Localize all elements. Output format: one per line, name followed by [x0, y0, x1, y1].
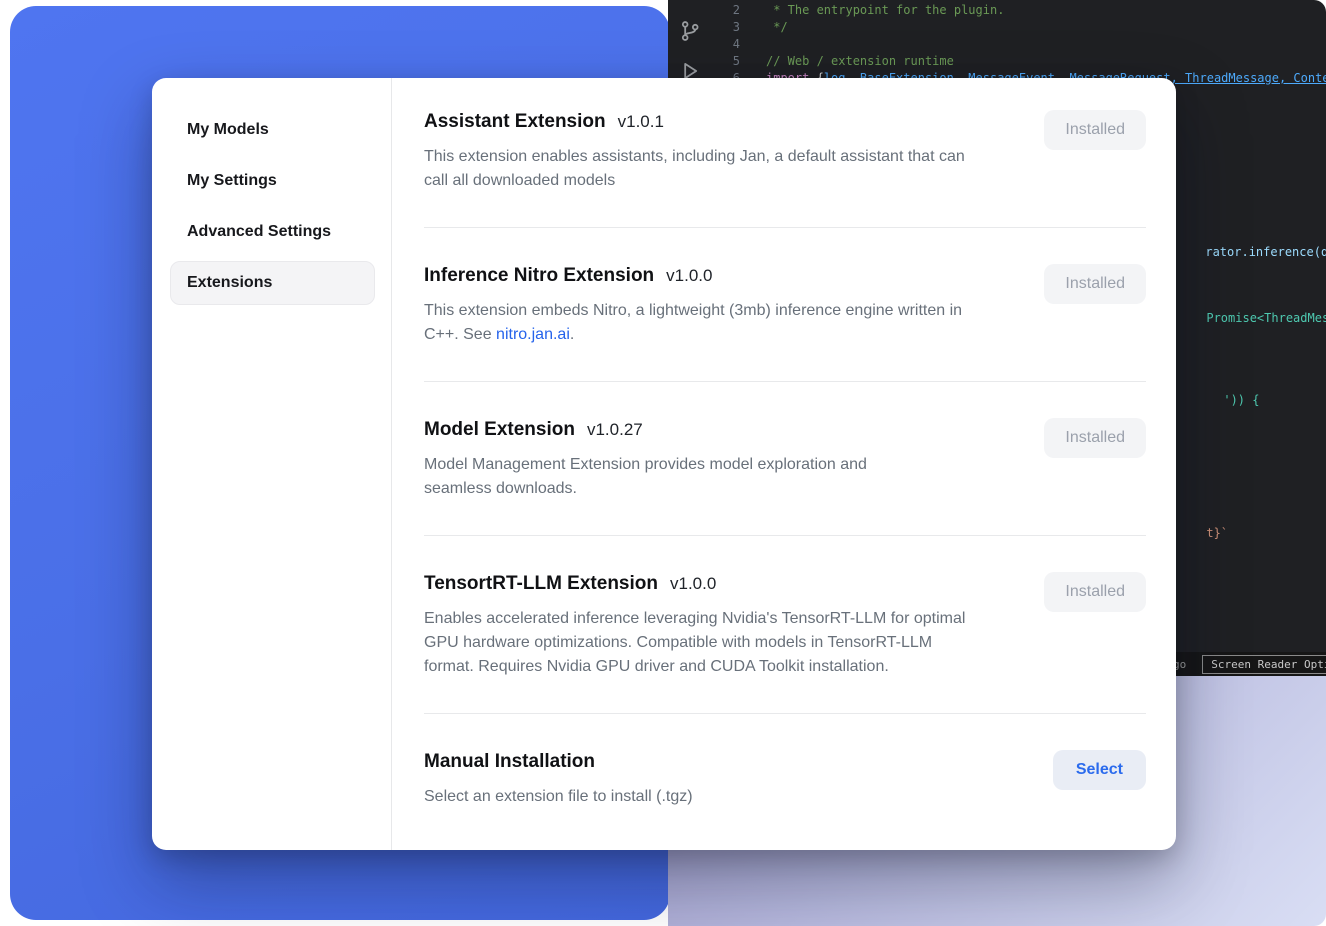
installed-button[interactable]: Installed: [1044, 418, 1146, 458]
extension-version: v1.0.0: [666, 266, 712, 286]
settings-modal: My Models My Settings Advanced Settings …: [152, 78, 1176, 850]
sidebar-item-advanced-settings[interactable]: Advanced Settings: [170, 210, 375, 254]
extension-info: Assistant Extension v1.0.1 This extensio…: [424, 110, 969, 193]
screenshot-canvas: 2 * The entrypoint for the plugin. 3 */ …: [0, 0, 1326, 926]
line-number: 5: [712, 53, 740, 70]
settings-sidebar: My Models My Settings Advanced Settings …: [152, 78, 392, 850]
extension-version: v1.0.27: [587, 420, 643, 440]
sidebar-item-label: Advanced Settings: [187, 223, 331, 241]
source-control-icon[interactable]: [679, 20, 701, 42]
sidebar-item-my-models[interactable]: My Models: [170, 108, 375, 152]
screen-reader-badge: Screen Reader Optimiz: [1202, 655, 1326, 674]
extension-title: Inference Nitro Extension: [424, 264, 654, 288]
sidebar-item-label: My Settings: [187, 172, 277, 190]
extension-info: Inference Nitro Extension v1.0.0 This ex…: [424, 264, 969, 347]
code-comment: // Web / extension runtime: [766, 53, 954, 70]
extension-info: Model Extension v1.0.27 Model Management…: [424, 418, 924, 501]
sidebar-item-label: My Models: [187, 121, 269, 139]
extension-item-model: Model Extension v1.0.27 Model Management…: [424, 418, 1146, 536]
line-number: 2: [712, 2, 740, 19]
code-line: 2 * The entrypoint for the plugin.: [712, 2, 1326, 19]
code-line: 5 // Web / extension runtime: [712, 53, 1326, 70]
extension-item-tensorrt: TensortRT-LLM Extension v1.0.0 Enables a…: [424, 572, 1146, 714]
code-fragment: Promise<ThreadMessage>: [1163, 296, 1326, 341]
code-line: 3 */: [712, 19, 1326, 36]
code-text: Promise<ThreadMessage>: [1206, 311, 1326, 325]
extension-info: Manual Installation Select an extension …: [424, 750, 693, 809]
extension-title-row: Inference Nitro Extension v1.0.0: [424, 264, 969, 288]
extension-title-row: TensortRT-LLM Extension v1.0.0: [424, 572, 969, 596]
extension-description: Enables accelerated inference leveraging…: [424, 607, 969, 679]
code-fragment: ')) {: [1180, 378, 1259, 423]
extension-item-nitro: Inference Nitro Extension v1.0.0 This ex…: [424, 264, 1146, 382]
description-text: .: [570, 326, 574, 343]
select-file-button[interactable]: Select: [1053, 750, 1146, 790]
sidebar-item-extensions[interactable]: Extensions: [170, 261, 375, 305]
extensions-list: Assistant Extension v1.0.1 This extensio…: [392, 78, 1176, 850]
code-comment: */: [766, 19, 788, 36]
nitro-link[interactable]: nitro.jan.ai: [496, 326, 570, 343]
extension-description: This extension enables assistants, inclu…: [424, 145, 969, 193]
line-number: 4: [712, 36, 740, 53]
manual-installation-title: Manual Installation: [424, 750, 595, 774]
extension-description: This extension embeds Nitro, a lightweig…: [424, 299, 969, 347]
sidebar-item-label: Extensions: [187, 274, 272, 292]
manual-installation-item: Manual Installation Select an extension …: [424, 750, 1146, 809]
code-text: t}`: [1206, 526, 1228, 540]
extension-item-assistant: Assistant Extension v1.0.1 This extensio…: [424, 110, 1146, 228]
extension-title: TensortRT-LLM Extension: [424, 572, 658, 596]
code-lines: 2 * The entrypoint for the plugin. 3 */ …: [712, 2, 1326, 87]
extension-title: Assistant Extension: [424, 110, 606, 134]
extension-version: v1.0.0: [670, 574, 716, 594]
installed-button[interactable]: Installed: [1044, 264, 1146, 304]
code-line: 4: [712, 36, 1326, 53]
extension-title: Model Extension: [424, 418, 575, 442]
code-text: ')) {: [1223, 393, 1259, 407]
manual-installation-description: Select an extension file to install (.tg…: [424, 785, 693, 809]
code-comment: * The entrypoint for the plugin.: [766, 2, 1004, 19]
installed-button[interactable]: Installed: [1044, 110, 1146, 150]
extension-title-row: Model Extension v1.0.27: [424, 418, 924, 442]
extension-title-row: Assistant Extension v1.0.1: [424, 110, 969, 134]
sidebar-item-my-settings[interactable]: My Settings: [170, 159, 375, 203]
line-number: 3: [712, 19, 740, 36]
installed-button[interactable]: Installed: [1044, 572, 1146, 612]
extension-description: Model Management Extension provides mode…: [424, 453, 924, 501]
extension-title-row: Manual Installation: [424, 750, 693, 774]
extension-info: TensortRT-LLM Extension v1.0.0 Enables a…: [424, 572, 969, 679]
code-fragment: rator.inference(data));: [1162, 230, 1326, 275]
extension-version: v1.0.1: [618, 112, 664, 132]
code-text: rator.inference(data));: [1205, 245, 1326, 259]
